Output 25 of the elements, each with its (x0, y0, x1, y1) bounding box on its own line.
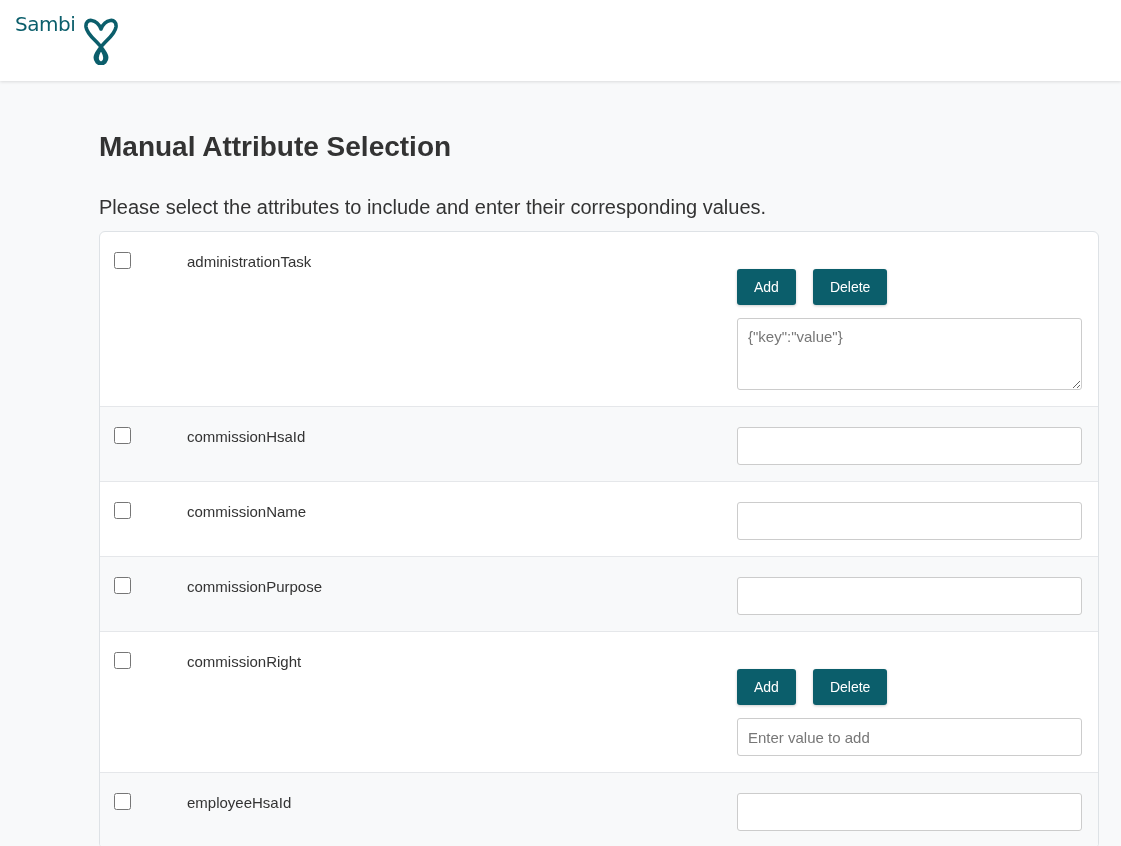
attribute-checkbox[interactable] (114, 652, 131, 669)
attribute-name: commissionPurpose (187, 577, 324, 597)
value-input-field[interactable]: Enter value to add (737, 718, 1082, 756)
value-input-field[interactable] (737, 793, 1082, 831)
delete-button[interactable]: Delete (812, 269, 888, 305)
logo-text: Sambi (15, 12, 76, 36)
delete-button[interactable]: Delete (812, 669, 888, 705)
attribute-checkbox[interactable] (114, 793, 131, 810)
add-button[interactable]: Add (737, 669, 796, 705)
value-input-field[interactable] (737, 502, 1082, 540)
attribute-name: commissionRight (187, 652, 303, 672)
json-value-textarea[interactable]: {"key":"value"} (737, 318, 1082, 390)
value-input-field[interactable] (737, 577, 1082, 615)
attribute-checkbox[interactable] (114, 252, 131, 269)
attribute-name: administrationTask (187, 252, 313, 272)
page-title: Manual Attribute Selection (99, 130, 453, 163)
page-description: Please select the attributes to include and enter their corresponding values. (99, 196, 768, 219)
add-button[interactable]: Add (737, 269, 796, 305)
attribute-checkbox[interactable] (114, 502, 131, 519)
attribute-name: commissionName (187, 502, 308, 522)
attribute-checkbox[interactable] (114, 427, 131, 444)
attribute-checkbox[interactable] (114, 577, 131, 594)
value-input-field[interactable] (737, 427, 1082, 465)
attribute-name: employeeHsaId (187, 793, 293, 813)
attribute-name: commissionHsaId (187, 427, 307, 447)
